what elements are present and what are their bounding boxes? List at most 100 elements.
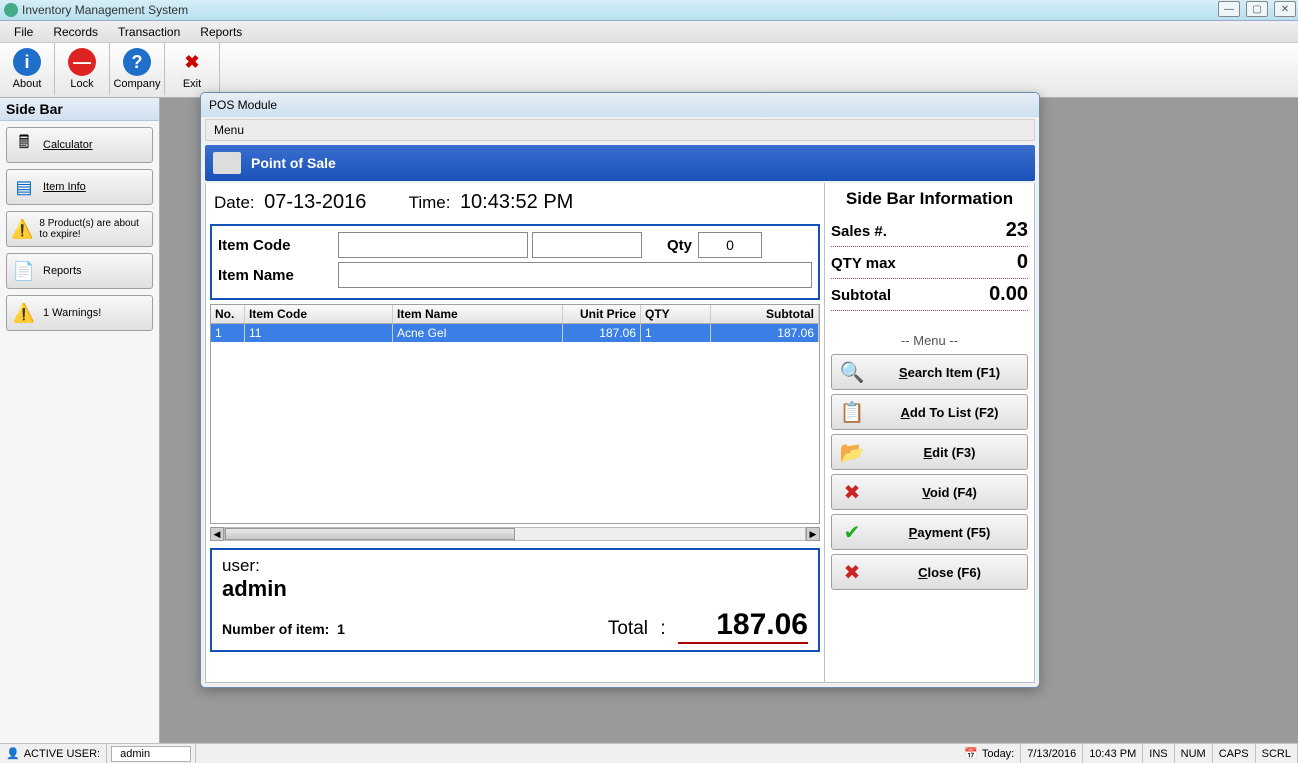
caps-indicator: CAPS [1213,744,1256,763]
app-icon [4,3,18,17]
company-label: Company [113,78,160,90]
sidebar-item-label: 1 Warnings! [43,307,101,319]
active-user-value: admin [111,746,191,762]
close-button[interactable]: ✖ Close (F6) [831,554,1028,590]
menu-records[interactable]: Records [43,25,108,39]
item-extra-input[interactable] [532,232,642,258]
qtymax-label: QTY max [831,255,896,272]
scroll-track[interactable] [224,527,806,541]
search-item-button[interactable]: 🔍 Search Item (F1) [831,354,1028,390]
active-user-segment: 👤 ACTIVE USER: [0,744,107,763]
item-name-label: Item Name [218,267,338,284]
qtymax-row: QTY max 0 [831,247,1028,279]
sidebar-item-label: Reports [43,265,82,277]
statusbar: 👤 ACTIVE USER: admin 📅 Today: 7/13/2016 … [0,743,1298,763]
col-no[interactable]: No. [211,305,245,323]
col-code[interactable]: Item Code [245,305,393,323]
workspace: POS Module Menu Point of Sale Date: 07-1… [160,98,1298,743]
table-row[interactable]: 1 11 Acne Gel 187.06 1 187.06 [211,324,819,342]
calculator-icon: 🖩 [11,132,37,158]
payment-button[interactable]: ✔ Payment (F5) [831,514,1028,550]
info-icon: i [13,48,41,76]
sidebar-title: Side Bar [0,98,159,121]
minimize-button[interactable]: — [1218,1,1240,17]
menu-reports[interactable]: Reports [190,25,252,39]
qty-input[interactable] [698,232,762,258]
total-value: 187.06 [678,608,808,644]
datetime-row: Date: 07-13-2016 Time: 10:43:52 PM [210,187,820,220]
pos-header: Point of Sale [205,145,1035,181]
ins-indicator: INS [1143,744,1174,763]
warning-icon: ⚠️ [11,216,33,242]
sidebar-warnings[interactable]: ⚠️ 1 Warnings! [6,295,153,331]
time-label: Time: [409,193,451,212]
item-name-input[interactable] [338,262,812,288]
pos-menu[interactable]: Menu [205,119,1035,141]
scroll-thumb[interactable] [225,528,515,540]
pos-window: POS Module Menu Point of Sale Date: 07-1… [200,92,1040,688]
grid-scrollbar[interactable]: ◀ ▶ [210,526,820,542]
exit-icon: ✖ [178,48,206,76]
close-window-button[interactable]: ✕ [1274,1,1296,17]
sidebar-item-label: 8 Product(s) are about to expire! [39,218,148,240]
menubar: File Records Transaction Reports [0,21,1298,43]
col-name[interactable]: Item Name [393,305,563,323]
active-user-label: ACTIVE USER: [24,748,100,760]
grid-header: No. Item Code Item Name Unit Price QTY S… [211,305,819,324]
menu-transaction[interactable]: Transaction [108,25,190,39]
menu-file[interactable]: File [4,25,43,39]
help-icon: ? [123,48,151,76]
edit-button[interactable]: 📂 Edit (F3) [831,434,1028,470]
pos-header-title: Point of Sale [251,155,336,171]
item-count-value: 1 [337,621,345,637]
col-qty[interactable]: QTY [641,305,711,323]
reports-icon: 📄 [11,258,37,284]
today-segment: 📅 Today: [958,744,1021,763]
scroll-right-icon[interactable]: ▶ [806,527,820,541]
user-value: admin [222,576,808,602]
col-sub[interactable]: Subtotal [711,305,819,323]
add-to-list-button[interactable]: 📋 Add To List (F2) [831,394,1028,430]
sales-label: Sales #. [831,223,887,240]
add-icon: 📋 [836,398,868,426]
company-button[interactable]: ? Company [110,43,165,95]
item-count-label: Number of item: [222,621,329,637]
today-date: 7/13/2016 [1021,744,1083,763]
sidebar-item-info[interactable]: ▤ Item Info [6,169,153,205]
num-indicator: NUM [1175,744,1213,763]
maximize-button[interactable]: ▢ [1246,1,1268,17]
void-icon: ✖ [836,478,868,506]
edit-icon: 📂 [836,438,868,466]
sidebar-reports[interactable]: 📄 Reports [6,253,153,289]
warning-icon: ⚠️ [11,300,37,326]
close-icon: ✖ [836,558,868,586]
date-value: 07-13-2016 [264,191,366,213]
time-value: 10:43:52 PM [460,191,573,213]
item-code-input[interactable] [338,232,528,258]
sidebar-expiry-warning[interactable]: ⚠️ 8 Product(s) are about to expire! [6,211,153,247]
window-title: Inventory Management System [22,3,188,17]
scrl-indicator: SCRL [1256,744,1298,763]
subtotal-row: Subtotal 0.00 [831,279,1028,311]
sales-value: 23 [1006,219,1028,242]
pos-titlebar[interactable]: POS Module [201,93,1039,117]
void-button[interactable]: ✖ Void (F4) [831,474,1028,510]
exit-label: Exit [183,78,201,90]
active-user-box-seg: admin [107,744,196,763]
col-price[interactable]: Unit Price [563,305,641,323]
sidebar: Side Bar 🖩 Calculator ▤ Item Info ⚠️ 8 P… [0,98,160,743]
window-titlebar: Inventory Management System — ▢ ✕ [0,0,1298,21]
about-label: About [13,78,42,90]
items-grid[interactable]: No. Item Code Item Name Unit Price QTY S… [210,304,820,524]
today-time: 10:43 PM [1083,744,1143,763]
exit-button[interactable]: ✖ Exit [165,43,220,95]
lock-button[interactable]: — Lock [55,43,110,95]
sidebar-calculator[interactable]: 🖩 Calculator [6,127,153,163]
toolbar: i About — Lock ? Company ✖ Exit [0,43,1298,98]
item-entry-box: Item Code Qty Item Name [210,224,820,300]
sales-number-row: Sales #. 23 [831,215,1028,247]
sidebar-item-label: Item Info [43,181,86,193]
about-button[interactable]: i About [0,43,55,95]
scroll-left-icon[interactable]: ◀ [210,527,224,541]
subtotal-value: 0.00 [989,283,1028,306]
